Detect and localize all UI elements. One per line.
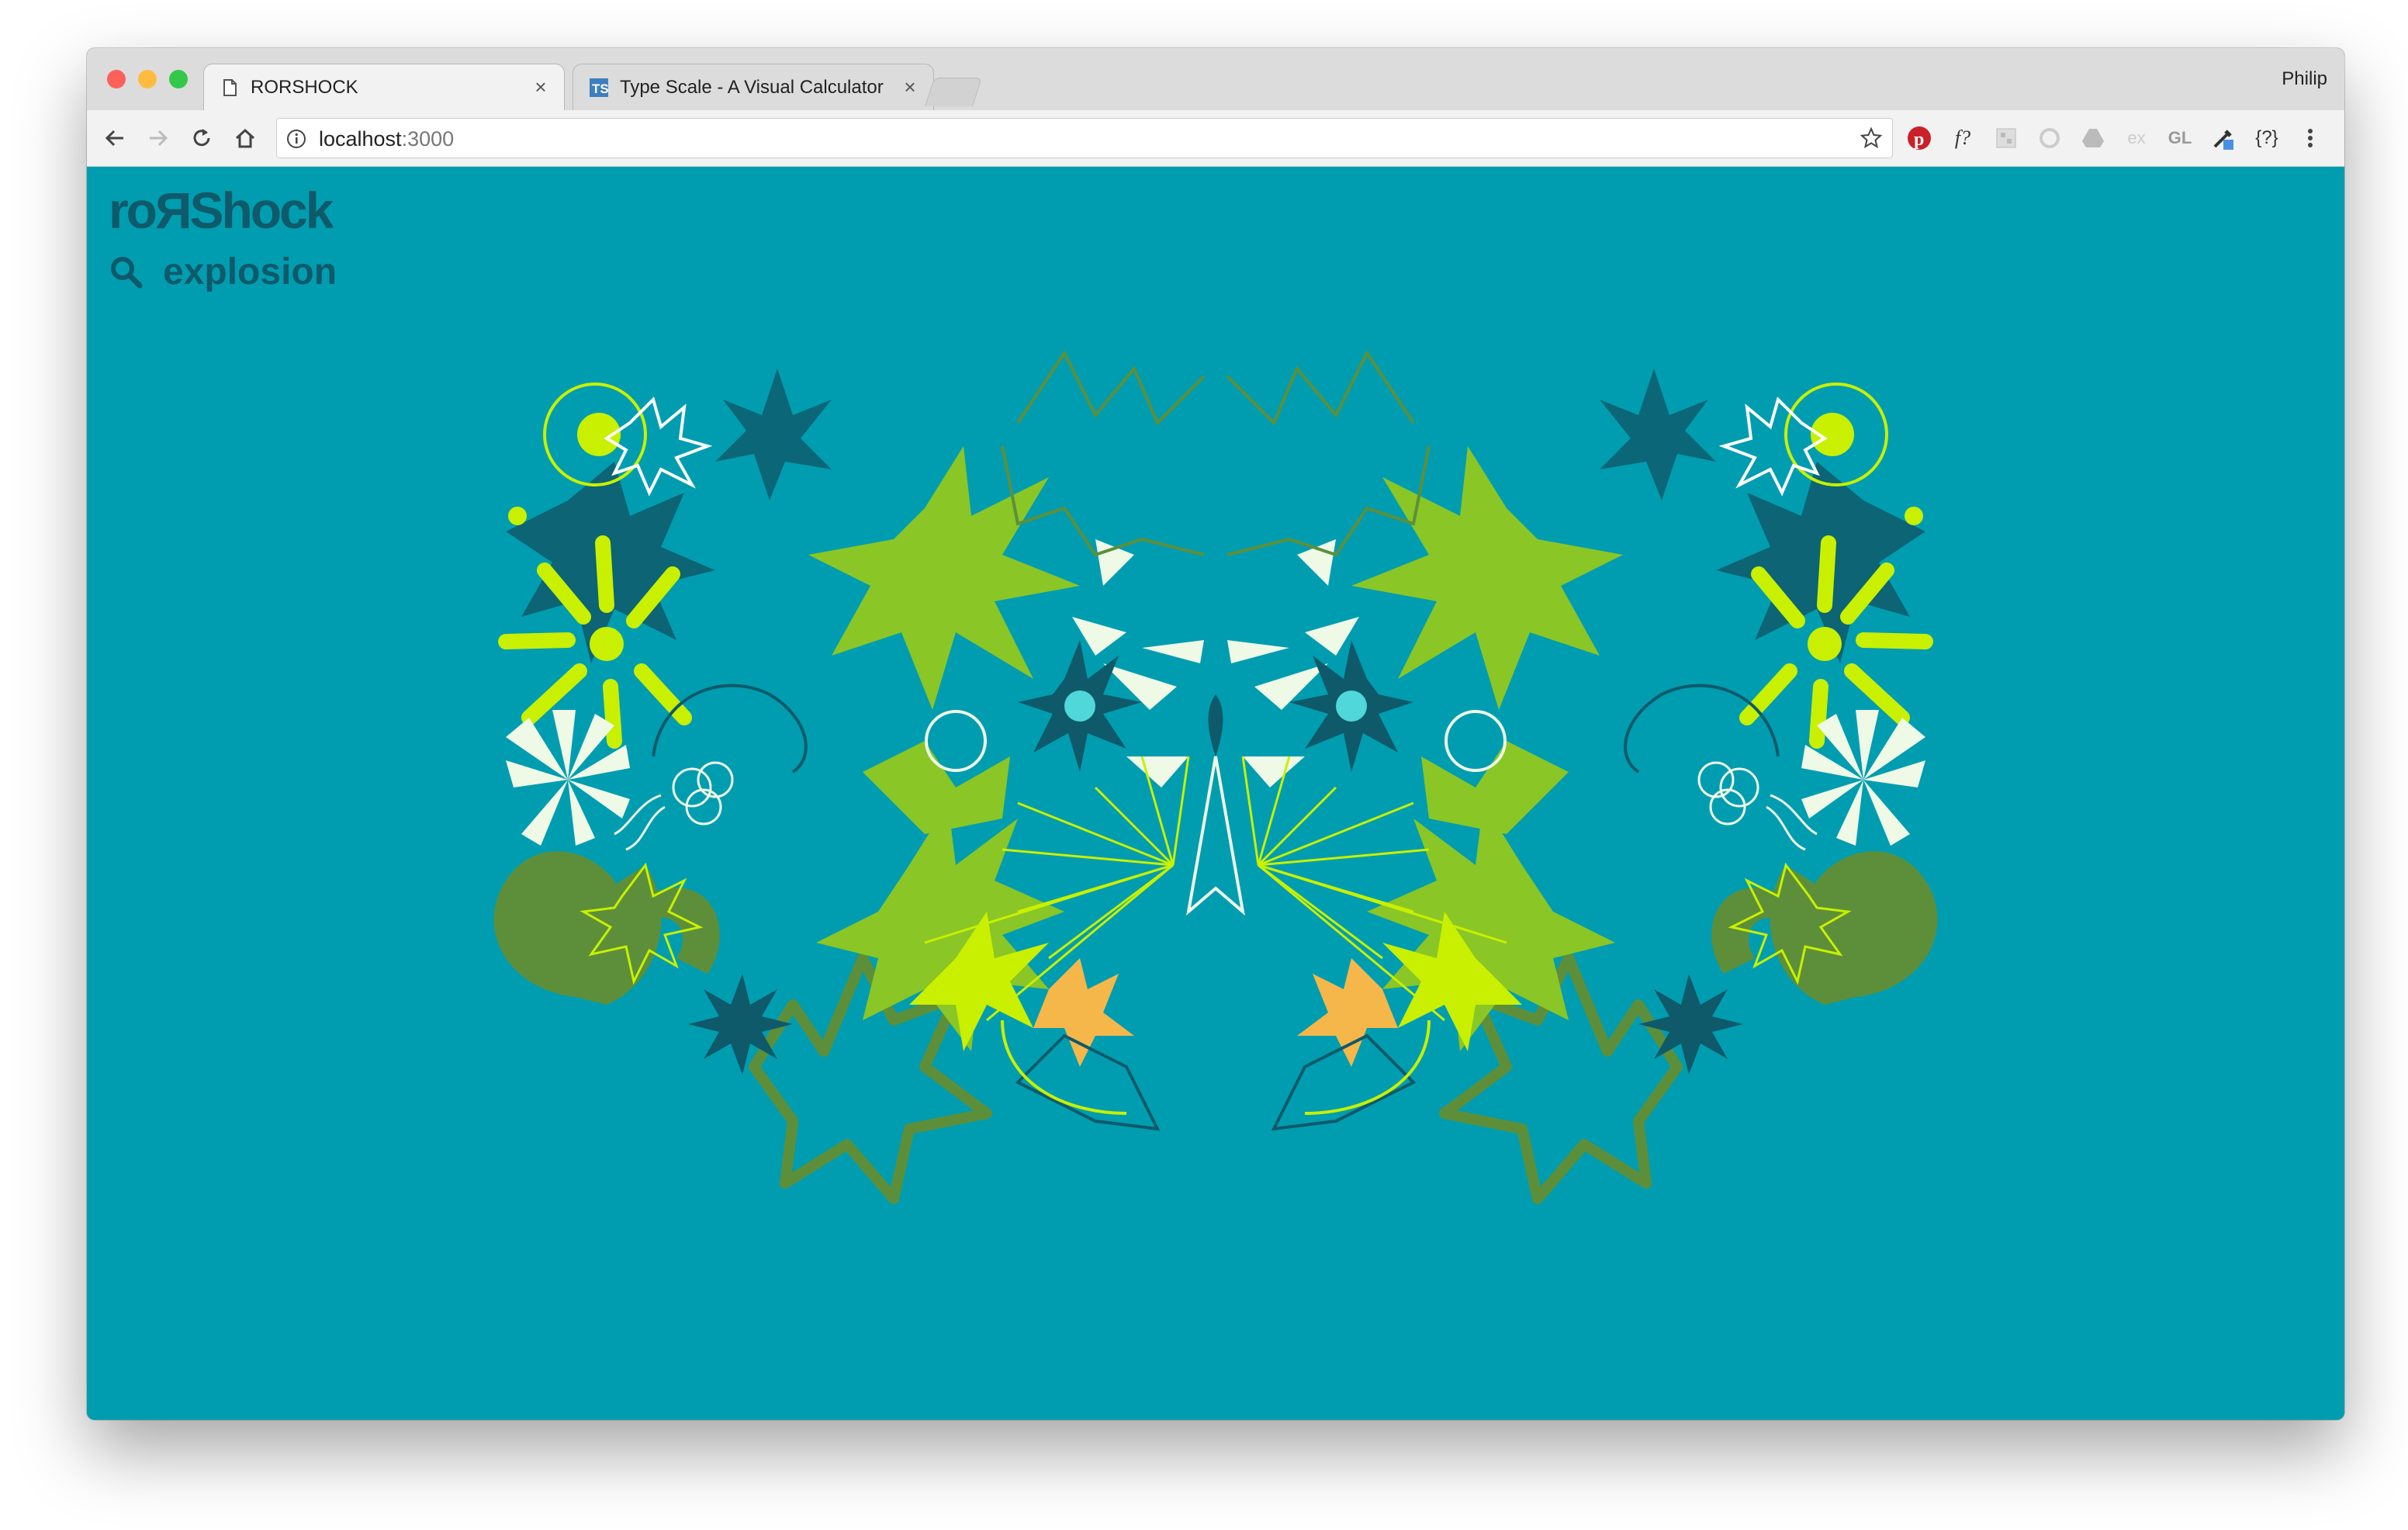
address-url: localhost:3000	[319, 127, 454, 151]
drive-icon[interactable]	[2078, 123, 2109, 154]
page-icon	[223, 78, 237, 96]
typescale-favicon: TS	[590, 78, 609, 97]
new-tab-button[interactable]	[924, 78, 983, 106]
close-tab-icon[interactable]: ×	[530, 75, 552, 99]
json-icon[interactable]: {?}	[2251, 123, 2282, 154]
forward-arrow-icon	[150, 130, 168, 147]
bookmark-star-icon[interactable]	[1860, 126, 1883, 150]
gl-icon[interactable]: GL	[2164, 123, 2195, 154]
profile-name[interactable]: Philip	[2282, 68, 2327, 90]
url-port: :3000	[401, 127, 455, 151]
home-button[interactable]	[230, 123, 261, 154]
inkblot-artwork	[459, 322, 1972, 1222]
svg-text:p: p	[1914, 130, 1924, 150]
reload-icon	[193, 129, 210, 147]
tab-strip: RORSHOCK × TS Type Scale - A Visual Calc…	[87, 48, 2344, 110]
minimize-window-button[interactable]	[138, 70, 157, 88]
browser-toolbar: localhost:3000 p f? ex GL {?}	[87, 110, 2344, 167]
search-row[interactable]: explosion	[109, 251, 337, 293]
pinterest-icon[interactable]: p	[1904, 123, 1935, 154]
inkblot-center-shape	[1208, 694, 1223, 756]
inkblot-left-half	[493, 353, 1204, 1199]
eyedropper-icon[interactable]	[2208, 123, 2239, 154]
page-content: roЯShock explosion	[87, 167, 2344, 1420]
url-host: localhost	[319, 127, 402, 151]
address-bar[interactable]: localhost:3000	[276, 118, 1893, 158]
extension-icon[interactable]	[1991, 123, 2022, 154]
inkblot-center-lines	[1186, 756, 1245, 916]
ex-icon[interactable]: ex	[2121, 123, 2152, 154]
forward-button[interactable]	[143, 123, 174, 154]
tab-rorshock[interactable]: RORSHOCK ×	[203, 64, 565, 110]
inkblot-right-half	[1227, 353, 1938, 1199]
search-query[interactable]: explosion	[163, 251, 337, 293]
extension-icon[interactable]	[2034, 123, 2065, 154]
home-icon	[235, 128, 255, 148]
tab-title: RORSHOCK	[251, 76, 358, 98]
browser-window: RORSHOCK × TS Type Scale - A Visual Calc…	[87, 48, 2344, 1420]
app-logo: roЯShock	[109, 182, 334, 239]
tab-title: Type Scale - A Visual Calculator	[620, 76, 884, 98]
svg-text:TS: TS	[592, 81, 609, 96]
search-icon[interactable]	[109, 254, 144, 290]
back-arrow-icon	[105, 130, 123, 147]
back-button[interactable]	[99, 123, 130, 154]
font-identifier-icon[interactable]: f?	[1947, 123, 1978, 154]
reload-button[interactable]	[186, 123, 217, 154]
tab-type-scale[interactable]: TS Type Scale - A Visual Calculator ×	[573, 64, 934, 110]
close-window-button[interactable]	[107, 70, 126, 88]
info-icon[interactable]	[286, 129, 306, 149]
menu-icon[interactable]	[2295, 123, 2326, 154]
close-tab-icon[interactable]: ×	[899, 75, 921, 99]
maximize-window-button[interactable]	[169, 70, 188, 88]
window-controls	[107, 70, 188, 88]
